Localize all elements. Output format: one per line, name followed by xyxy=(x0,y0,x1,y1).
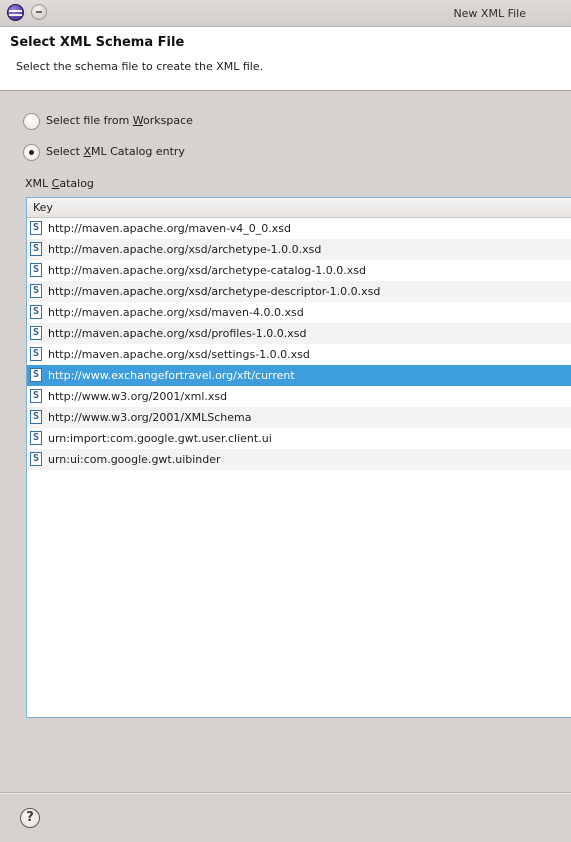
catalog-row[interactable]: Shttp://maven.apache.org/xsd/maven-4.0.0… xyxy=(27,302,571,323)
catalog-key: http://www.w3.org/2001/XMLSchema xyxy=(48,411,252,424)
help-icon[interactable]: ? xyxy=(20,808,40,828)
xsd-file-icon: S xyxy=(30,431,42,445)
key-column-header[interactable]: Key xyxy=(27,198,571,218)
catalog-radio-button[interactable] xyxy=(23,144,40,161)
xsd-file-icon: S xyxy=(30,305,42,319)
xml-catalog-table[interactable]: Key Shttp://maven.apache.org/maven-v4_0_… xyxy=(26,197,571,718)
catalog-key: http://maven.apache.org/maven-v4_0_0.xsd xyxy=(48,222,291,235)
catalog-rows: Shttp://maven.apache.org/maven-v4_0_0.xs… xyxy=(27,218,571,470)
catalog-key: http://maven.apache.org/xsd/profiles-1.0… xyxy=(48,327,307,340)
xsd-file-icon: S xyxy=(30,284,42,298)
minimize-button[interactable] xyxy=(31,4,47,20)
window-title: New XML File xyxy=(453,7,526,20)
wizard-header: Select XML Schema File Select the schema… xyxy=(0,27,571,91)
xsd-file-icon: S xyxy=(30,347,42,361)
catalog-row[interactable]: Shttp://maven.apache.org/xsd/settings-1.… xyxy=(27,344,571,365)
page-title: Select XML Schema File xyxy=(10,35,185,50)
xsd-file-icon: S xyxy=(30,452,42,466)
catalog-key: http://maven.apache.org/xsd/archetype-1.… xyxy=(48,243,322,256)
window-title-bar: New XML File xyxy=(0,0,571,27)
xml-catalog-label: XML Catalog xyxy=(25,177,94,190)
catalog-radio-label[interactable]: Select XML Catalog entry xyxy=(46,145,185,158)
catalog-row[interactable]: Shttp://maven.apache.org/xsd/archetype-1… xyxy=(27,239,571,260)
catalog-key: urn:ui:com.google.gwt.uibinder xyxy=(48,453,221,466)
catalog-row[interactable]: Shttp://www.w3.org/2001/XMLSchema xyxy=(27,407,571,428)
catalog-row[interactable]: Shttp://www.w3.org/2001/xml.xsd xyxy=(27,386,571,407)
page-description: Select the schema file to create the XML… xyxy=(16,60,264,73)
catalog-key: http://maven.apache.org/xsd/settings-1.0… xyxy=(48,348,310,361)
button-bar-separator-highlight xyxy=(0,793,571,794)
catalog-key: http://maven.apache.org/xsd/maven-4.0.0.… xyxy=(48,306,304,319)
catalog-row[interactable]: Shttp://maven.apache.org/xsd/archetype-c… xyxy=(27,260,571,281)
catalog-row[interactable]: Shttp://maven.apache.org/xsd/archetype-d… xyxy=(27,281,571,302)
xsd-file-icon: S xyxy=(30,326,42,340)
catalog-key: http://maven.apache.org/xsd/archetype-ca… xyxy=(48,264,366,277)
eclipse-app-icon[interactable] xyxy=(7,4,24,21)
xsd-file-icon: S xyxy=(30,368,42,382)
catalog-row[interactable]: Surn:import:com.google.gwt.user.client.u… xyxy=(27,428,571,449)
workspace-radio-label[interactable]: Select file from Workspace xyxy=(46,114,193,127)
xsd-file-icon: S xyxy=(30,410,42,424)
catalog-key: http://www.exchangefortravel.org/xft/cur… xyxy=(48,369,295,382)
catalog-key: http://maven.apache.org/xsd/archetype-de… xyxy=(48,285,381,298)
workspace-radio-button[interactable] xyxy=(23,113,40,130)
catalog-key: http://www.w3.org/2001/xml.xsd xyxy=(48,390,228,403)
xsd-file-icon: S xyxy=(30,242,42,256)
catalog-key: urn:import:com.google.gwt.user.client.ui xyxy=(48,432,272,445)
xsd-file-icon: S xyxy=(30,221,42,235)
catalog-row[interactable]: Shttp://maven.apache.org/xsd/profiles-1.… xyxy=(27,323,571,344)
xsd-file-icon: S xyxy=(30,389,42,403)
catalog-row[interactable]: Shttp://maven.apache.org/maven-v4_0_0.xs… xyxy=(27,218,571,239)
catalog-row[interactable]: Surn:ui:com.google.gwt.uibinder xyxy=(27,449,571,470)
catalog-row[interactable]: Shttp://www.exchangefortravel.org/xft/cu… xyxy=(27,365,571,386)
xsd-file-icon: S xyxy=(30,263,42,277)
